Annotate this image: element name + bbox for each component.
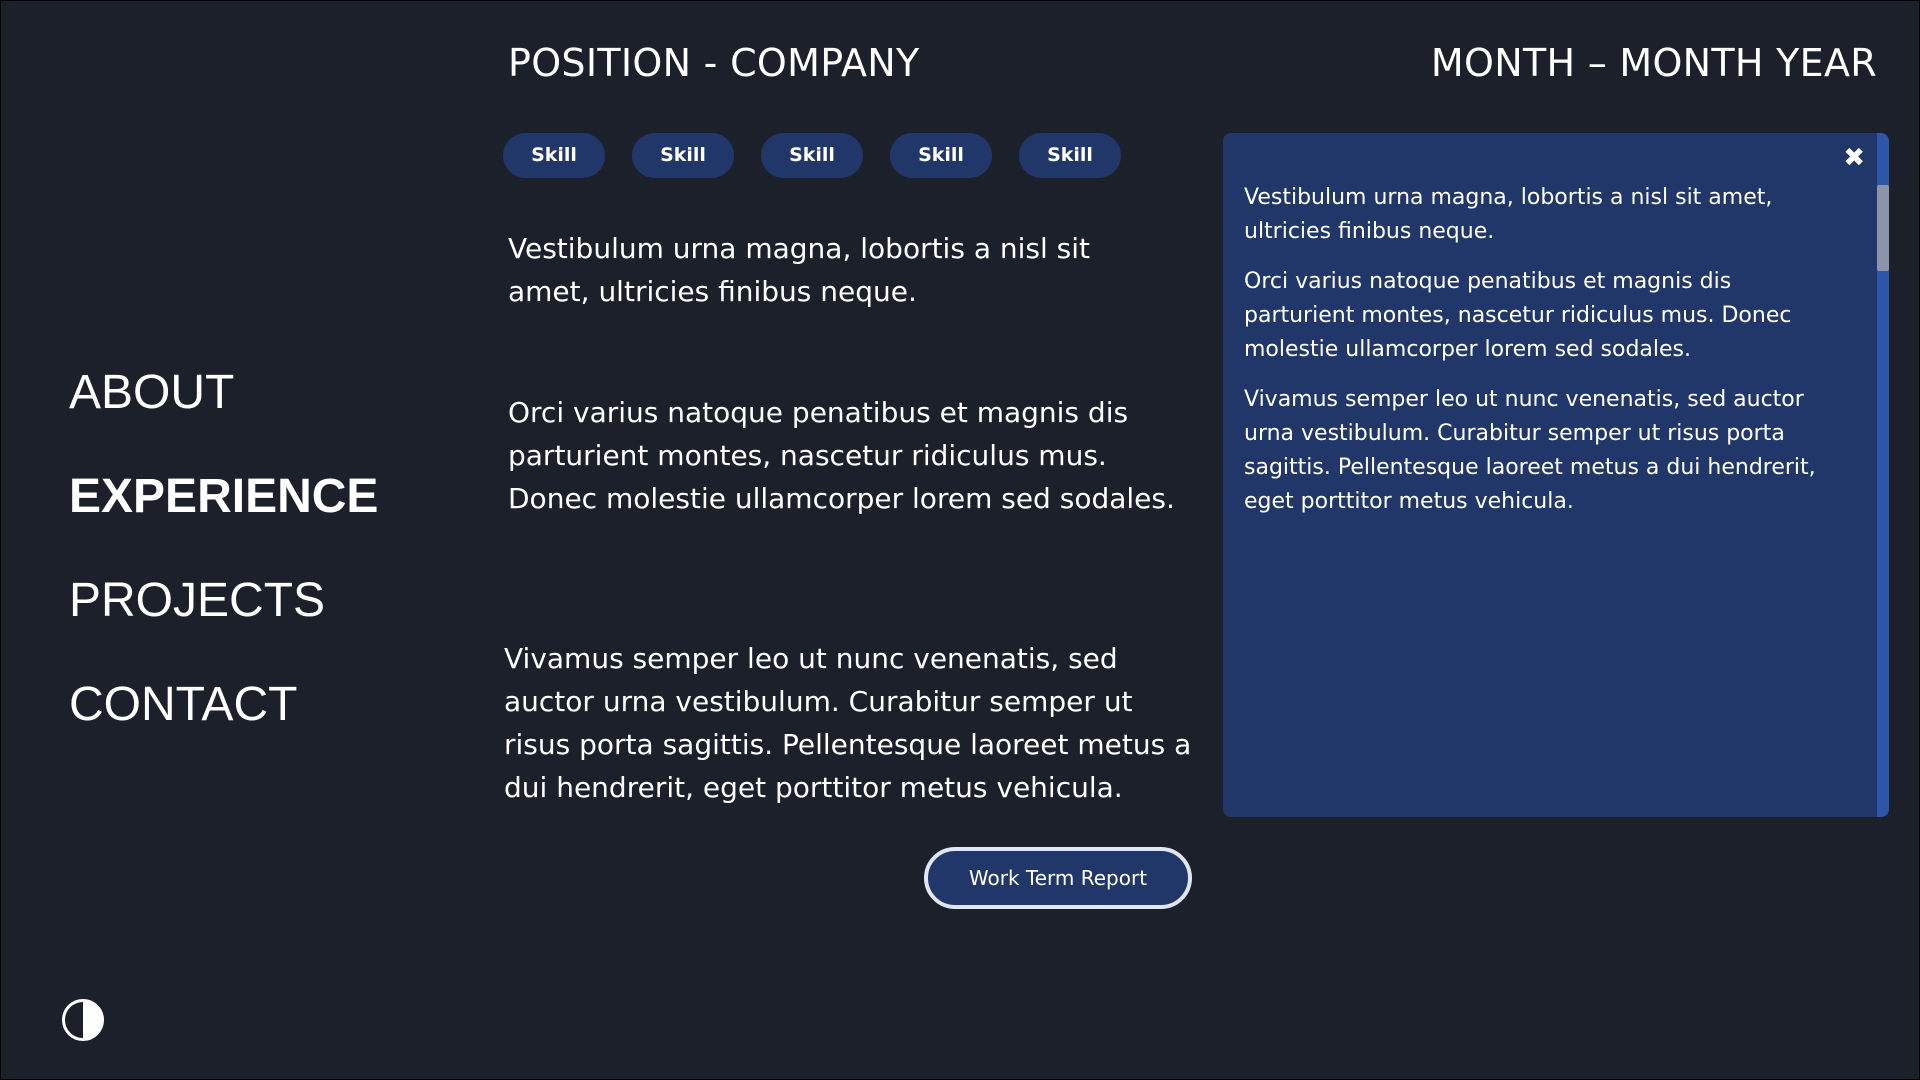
close-icon[interactable]: ✖ [1843, 141, 1865, 175]
nav-item-contact[interactable]: CONTACT [69, 653, 378, 757]
contrast-icon[interactable] [62, 999, 104, 1041]
work-term-report-button[interactable]: Work Term Report [924, 847, 1192, 909]
nav-item-experience[interactable]: EXPERIENCE [69, 445, 378, 549]
main-nav: ABOUT EXPERIENCE PROJECTS CONTACT [69, 341, 378, 757]
panel-scrollbar[interactable] [1877, 133, 1889, 817]
date-range-heading: MONTH – MONTH YEAR [1430, 41, 1877, 85]
position-company-heading: POSITION - COMPANY [508, 41, 920, 85]
panel-paragraph-1: Vestibulum urna magna, lobortis a nisl s… [1244, 185, 1773, 244]
nav-item-about[interactable]: ABOUT [69, 341, 378, 445]
skill-tag: Skill [890, 133, 992, 178]
page-frame: ABOUT EXPERIENCE PROJECTS CONTACT POSITI… [0, 0, 1920, 1080]
skill-tags: Skill Skill Skill Skill Skill [503, 133, 1121, 178]
skill-tag: Skill [503, 133, 605, 178]
nav-item-projects[interactable]: PROJECTS [69, 549, 378, 653]
panel-paragraph-2: Orci varius natoque penatibus et magnis … [1244, 269, 1792, 362]
skill-tag: Skill [632, 133, 734, 178]
panel-paragraph-3: Vivamus semper leo ut nunc venenatis, se… [1244, 387, 1816, 514]
description-paragraph-2: Orci varius natoque penatibus et magnis … [508, 396, 1175, 515]
description-paragraph-3: Vivamus semper leo ut nunc venenatis, se… [504, 642, 1192, 804]
skill-tag: Skill [1019, 133, 1121, 178]
detail-panel: ✖ Vestibulum urna magna, lobortis a nisl… [1223, 133, 1889, 817]
detail-panel-body: Vestibulum urna magna, lobortis a nisl s… [1244, 181, 1844, 535]
skill-tag: Skill [761, 133, 863, 178]
scrollbar-thumb[interactable] [1877, 185, 1889, 271]
description-paragraph-1: Vestibulum urna magna, lobortis a nisl s… [508, 232, 1091, 308]
